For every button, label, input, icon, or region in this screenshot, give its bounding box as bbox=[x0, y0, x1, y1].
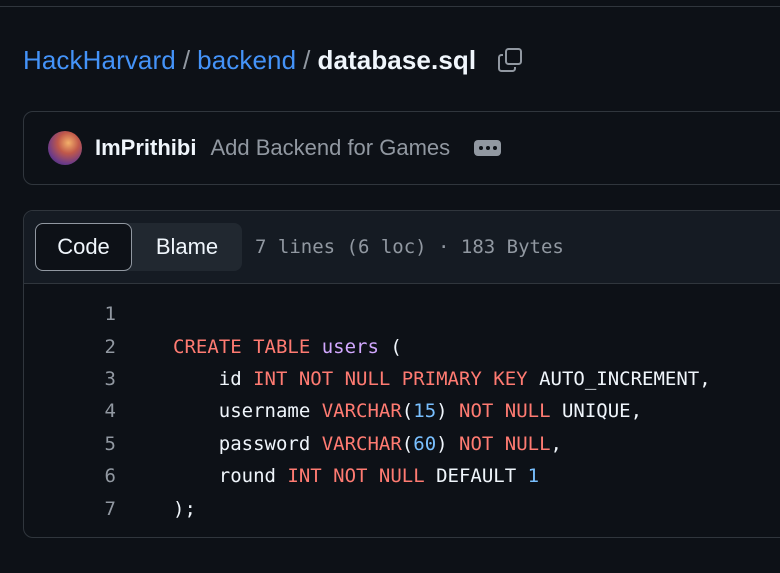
code-token: VARCHAR bbox=[321, 400, 402, 423]
line-content: CREATE TABLE users ( bbox=[173, 336, 402, 358]
code-token: , bbox=[550, 432, 562, 455]
code-token: ( bbox=[401, 400, 414, 423]
code-token: CREATE TABLE bbox=[173, 335, 311, 358]
code-token: ); bbox=[173, 497, 196, 520]
code-token: ( bbox=[378, 335, 402, 358]
code-view: 1 2 CREATE TABLE users (3 id INT NOT NULL … bbox=[24, 284, 780, 525]
top-divider bbox=[0, 6, 780, 7]
code-token: INT NOT NULL bbox=[287, 465, 425, 488]
line-number[interactable]: 2 bbox=[24, 336, 116, 358]
file-header: Code Blame 7 lines (6 loc) · 183 Bytes bbox=[24, 211, 780, 284]
ellipsis-dot bbox=[492, 146, 497, 150]
code-token: round bbox=[173, 465, 288, 488]
tab-blame[interactable]: Blame bbox=[132, 223, 242, 271]
line-content: round INT NOT NULL DEFAULT 1 bbox=[173, 465, 539, 487]
line-content: username VARCHAR(15) NOT NULL UNIQUE, bbox=[173, 400, 642, 422]
code-token: username bbox=[173, 400, 322, 423]
code-token: ) bbox=[436, 432, 460, 455]
copy-path-button[interactable] bbox=[496, 46, 524, 74]
line-number[interactable]: 6 bbox=[24, 465, 116, 487]
copy-icon bbox=[498, 48, 523, 72]
commit-message-link[interactable]: Add Backend for Games bbox=[210, 135, 450, 161]
code-line: 6 round INT NOT NULL DEFAULT 1 bbox=[24, 460, 780, 492]
code-token: password bbox=[173, 432, 322, 455]
breadcrumb-file-name: database.sql bbox=[317, 44, 477, 75]
code-token: id bbox=[173, 367, 254, 390]
line-content: id INT NOT NULL PRIMARY KEY AUTO_INCREME… bbox=[173, 368, 711, 390]
file-viewer: Code Blame 7 lines (6 loc) · 183 Bytes 1… bbox=[23, 210, 780, 538]
breadcrumb-repo-link[interactable]: HackHarvard bbox=[23, 45, 176, 76]
code-line: 5 password VARCHAR(60) NOT NULL, bbox=[24, 428, 780, 460]
code-token: AUTO_INCREMENT, bbox=[527, 367, 711, 390]
code-token: ) bbox=[436, 400, 460, 423]
code-token: DEFAULT bbox=[424, 465, 528, 488]
commit-details-button[interactable] bbox=[474, 140, 502, 156]
code-line: 7); bbox=[24, 492, 780, 524]
breadcrumb-separator: / bbox=[303, 44, 311, 75]
code-line: 2 CREATE TABLE users ( bbox=[24, 330, 780, 362]
line-number[interactable]: 4 bbox=[24, 400, 116, 422]
code-token: UNIQUE, bbox=[550, 400, 643, 423]
code-token: VARCHAR bbox=[321, 432, 402, 455]
breadcrumb: HackHarvard / backend / database.sql bbox=[23, 42, 524, 78]
code-line: 1 bbox=[24, 298, 780, 330]
view-toggle: Code Blame bbox=[35, 223, 242, 271]
code-token: 60 bbox=[413, 432, 437, 455]
commit-author-link[interactable]: ImPrithibi bbox=[95, 135, 196, 161]
code-line: 3 id INT NOT NULL PRIMARY KEY AUTO_INCRE… bbox=[24, 363, 780, 395]
code-token: 1 bbox=[527, 465, 540, 488]
ellipsis-icon bbox=[478, 146, 483, 150]
code-token: users bbox=[321, 335, 379, 358]
latest-commit-box: ImPrithibi Add Backend for Games bbox=[23, 111, 780, 185]
code-token: 15 bbox=[413, 400, 437, 423]
line-number[interactable]: 3 bbox=[24, 368, 116, 390]
ellipsis-dot bbox=[485, 146, 490, 150]
line-content: ); bbox=[173, 498, 196, 520]
line-content: password VARCHAR(60) NOT NULL, bbox=[173, 433, 562, 455]
tab-code[interactable]: Code bbox=[35, 223, 132, 271]
file-info: 7 lines (6 loc) · 183 Bytes bbox=[255, 236, 564, 258]
line-number[interactable]: 1 bbox=[24, 303, 116, 325]
code-token: NOT NULL bbox=[459, 400, 551, 423]
breadcrumb-separator: / bbox=[182, 44, 191, 75]
code-token: ( bbox=[401, 432, 414, 455]
breadcrumb-folder-link[interactable]: backend bbox=[197, 45, 296, 76]
avatar[interactable] bbox=[48, 131, 82, 165]
code-token: INT NOT NULL PRIMARY KEY bbox=[253, 367, 528, 390]
line-number[interactable]: 5 bbox=[24, 433, 116, 455]
line-number[interactable]: 7 bbox=[24, 498, 116, 520]
code-line: 4 username VARCHAR(15) NOT NULL UNIQUE, bbox=[24, 395, 780, 427]
code-token: NOT NULL bbox=[459, 432, 551, 455]
